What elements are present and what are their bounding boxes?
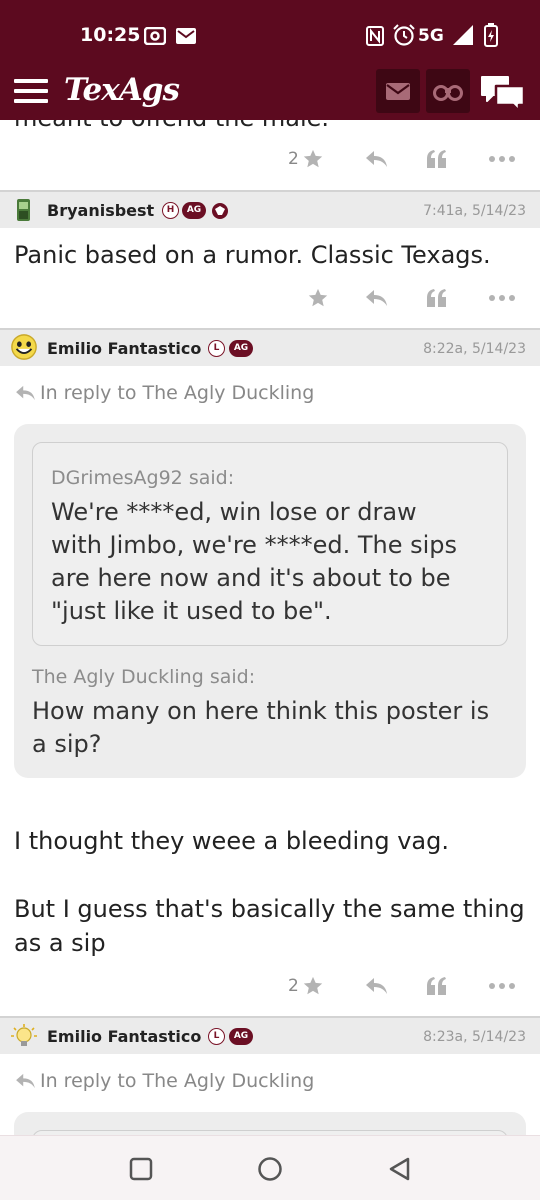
star-icon bbox=[303, 976, 322, 995]
lightbulb-avatar-icon[interactable] bbox=[10, 1022, 38, 1050]
star-button[interactable]: 2 bbox=[288, 144, 324, 174]
quote-block bbox=[14, 1112, 526, 1135]
alarm-icon bbox=[393, 24, 415, 46]
more-button[interactable] bbox=[488, 283, 516, 313]
quote-block: DGrimesAg92 said: We're ****ed, win lose… bbox=[14, 424, 526, 778]
reply-button[interactable] bbox=[364, 283, 388, 313]
battery-icon bbox=[484, 23, 498, 47]
reply-button[interactable] bbox=[364, 144, 388, 174]
hamburger-menu-icon[interactable] bbox=[14, 79, 48, 103]
quote-button[interactable] bbox=[426, 144, 448, 174]
post-body-line: But I guess that's basically the same th… bbox=[14, 895, 525, 923]
badge-ag: AG bbox=[229, 340, 253, 357]
smiley-avatar-icon[interactable] bbox=[10, 333, 38, 361]
quote-attribution: The Agly Duckling said: bbox=[32, 666, 256, 688]
post-actions: 2 bbox=[0, 144, 540, 174]
status-time: 10:25 bbox=[80, 24, 141, 46]
post-actions bbox=[0, 283, 540, 313]
post-timestamp: 7:41a, 5/14/23 bbox=[423, 203, 526, 219]
username[interactable]: Bryanisbest bbox=[47, 201, 154, 220]
cellphone-avatar-icon[interactable] bbox=[10, 196, 38, 224]
more-icon bbox=[489, 295, 515, 301]
reply-button[interactable] bbox=[364, 971, 388, 1001]
badge-l: L bbox=[208, 1028, 225, 1045]
username[interactable]: Emilio Fantastico bbox=[47, 339, 201, 358]
quote-icon bbox=[427, 977, 446, 995]
reply-to-link[interactable]: In reply to The Agly Duckling bbox=[14, 382, 314, 404]
badge-ag: AG bbox=[182, 202, 206, 219]
reply-to-text: In reply to The Agly Duckling bbox=[40, 1070, 315, 1092]
reply-to-link[interactable]: In reply to The Agly Duckling bbox=[14, 1070, 314, 1092]
quote-line: are here now and it's about to be bbox=[51, 564, 451, 592]
nfc-icon bbox=[366, 26, 384, 46]
quote-line: a sip? bbox=[32, 730, 102, 758]
home-icon[interactable] bbox=[257, 1156, 283, 1182]
reply-icon bbox=[366, 290, 387, 306]
star-button[interactable] bbox=[304, 283, 329, 313]
cast-icon bbox=[144, 27, 166, 45]
post-timestamp: 8:23a, 5/14/23 bbox=[423, 1029, 526, 1045]
quote-icon bbox=[427, 289, 446, 307]
signal-icon bbox=[453, 25, 473, 45]
texags-logo[interactable]: TexAgs bbox=[64, 72, 180, 108]
badge-h: H bbox=[162, 202, 179, 219]
status-bar: 10:25 5G bbox=[0, 0, 540, 62]
star-count: 2 bbox=[288, 149, 299, 169]
network-type: 5G bbox=[418, 26, 444, 46]
star-icon bbox=[308, 288, 328, 307]
more-button[interactable] bbox=[488, 971, 516, 1001]
nested-quote-block: DGrimesAg92 said: We're ****ed, win lose… bbox=[32, 442, 508, 646]
post-body: Panic based on a rumor. Classic Texags. bbox=[14, 241, 491, 269]
reply-to-text: In reply to The Agly Duckling bbox=[40, 382, 315, 404]
watchlist-button[interactable] bbox=[426, 69, 470, 113]
mail-icon bbox=[176, 28, 196, 44]
post-body-line: I thought they weee a bleeding vag. bbox=[14, 827, 449, 855]
post-header: Emilio Fantastico L AG 8:22a, 5/14/23 bbox=[0, 328, 540, 366]
messages-button[interactable] bbox=[376, 69, 420, 113]
reply-arrow-icon bbox=[16, 1073, 35, 1089]
quote-button[interactable] bbox=[426, 283, 448, 313]
star-icon bbox=[303, 149, 322, 168]
post-header: Bryanisbest H AG 7:41a, 5/14/23 bbox=[0, 190, 540, 228]
back-icon[interactable] bbox=[387, 1156, 413, 1182]
quote-line: How many on here think this poster is bbox=[32, 697, 490, 725]
more-icon bbox=[489, 983, 515, 989]
quote-line: "just like it used to be". bbox=[51, 597, 332, 625]
binoculars-icon bbox=[433, 85, 463, 101]
mail-icon bbox=[386, 83, 410, 100]
post-body-line: as a sip bbox=[14, 929, 106, 957]
chat-icon[interactable] bbox=[480, 74, 526, 114]
post-body: meant to offend the male. bbox=[14, 120, 329, 132]
post-actions: 2 bbox=[0, 971, 540, 1001]
post-timestamp: 8:22a, 5/14/23 bbox=[423, 341, 526, 357]
reply-arrow-icon bbox=[16, 385, 35, 401]
app-header: TexAgs bbox=[0, 62, 540, 120]
star-count: 2 bbox=[288, 976, 299, 996]
mascot-icon bbox=[212, 203, 228, 219]
more-icon bbox=[489, 156, 515, 162]
username[interactable]: Emilio Fantastico bbox=[47, 1027, 201, 1046]
star-button[interactable]: 2 bbox=[288, 971, 324, 1001]
recents-icon[interactable] bbox=[129, 1157, 153, 1181]
badge-ag: AG bbox=[229, 1028, 253, 1045]
system-nav-bar bbox=[0, 1135, 540, 1200]
reply-icon bbox=[366, 151, 387, 167]
post-header: Emilio Fantastico L AG 8:23a, 5/14/23 bbox=[0, 1016, 540, 1054]
more-button[interactable] bbox=[488, 144, 516, 174]
quote-icon bbox=[427, 150, 446, 168]
quote-line: with Jimbo, we're ****ed. The sips bbox=[51, 531, 458, 559]
reply-icon bbox=[366, 978, 387, 994]
thread-content: meant to offend the male. 2 Bryanisbest … bbox=[0, 120, 540, 1135]
quote-button[interactable] bbox=[426, 971, 448, 1001]
quote-attribution: DGrimesAg92 said: bbox=[51, 467, 235, 489]
badge-l: L bbox=[208, 340, 225, 357]
quote-line: We're ****ed, win lose or draw bbox=[51, 498, 417, 526]
